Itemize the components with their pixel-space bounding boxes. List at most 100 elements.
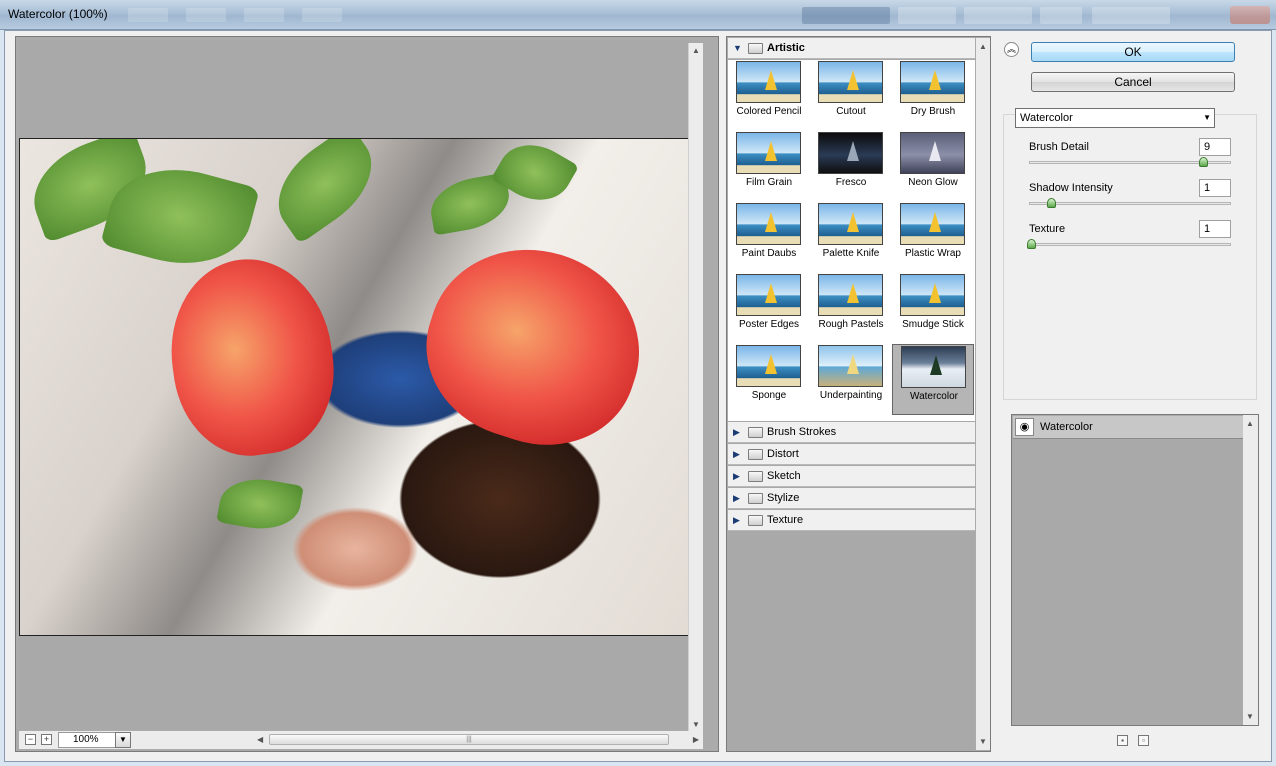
thumb-underpainting[interactable]: Underpainting xyxy=(810,344,892,415)
thumb-paint-daubs[interactable]: Paint Daubs xyxy=(728,202,810,273)
thumb-dry-brush[interactable]: Dry Brush xyxy=(892,60,974,131)
scroll-up-arrow-icon[interactable]: ▲ xyxy=(1246,419,1254,428)
trash-icon[interactable]: ▫ xyxy=(1138,735,1149,746)
app-toolbar-ghost xyxy=(186,8,226,22)
workspace-button xyxy=(802,7,890,24)
thumbnail-image xyxy=(900,132,965,174)
sail-shape xyxy=(847,70,859,90)
scroll-up-arrow-icon[interactable]: ▲ xyxy=(692,47,700,55)
horizontal-scroll-thumb[interactable]: ||| xyxy=(269,734,669,745)
thumbnail-image xyxy=(900,274,965,316)
effect-layer-row[interactable]: ◉ Watercolor xyxy=(1013,416,1243,439)
sail-shape xyxy=(847,354,859,374)
preview-canvas[interactable]: ▲ ▼ xyxy=(19,40,703,733)
slider-track[interactable] xyxy=(1029,243,1231,246)
ok-button[interactable]: OK xyxy=(1031,42,1235,62)
param-label: Brush Detail xyxy=(1029,141,1089,153)
sail-shape xyxy=(929,141,941,161)
param-shadow-intensity: Shadow Intensity 1 xyxy=(1029,179,1239,218)
thumb-cutout[interactable]: Cutout xyxy=(810,60,892,131)
workspace-button xyxy=(964,7,1032,24)
folder-icon xyxy=(748,493,763,504)
thumbnail-image xyxy=(736,132,801,174)
thumb-watercolor[interactable]: Watercolor xyxy=(892,344,974,415)
thumb-poster-edges[interactable]: Poster Edges xyxy=(728,273,810,344)
thumbnail-image xyxy=(736,61,801,103)
scroll-down-arrow-icon[interactable]: ▼ xyxy=(1246,712,1254,721)
thumb-fresco[interactable]: Fresco xyxy=(810,131,892,202)
preview-vertical-scrollbar[interactable]: ▲ ▼ xyxy=(688,43,703,733)
category-artistic[interactable]: ▼ Artistic xyxy=(728,38,975,59)
collapsed-triangle-icon[interactable]: ▶ xyxy=(733,471,740,482)
title-bar: Watercolor (100%) xyxy=(0,0,1276,30)
filter-select[interactable]: Watercolor ▼ xyxy=(1015,108,1215,128)
collapsed-triangle-icon[interactable]: ▶ xyxy=(733,427,740,438)
filter-list-scrollbar[interactable]: ▲ ▼ xyxy=(976,38,990,750)
thumb-label: Colored Pencil xyxy=(736,106,802,117)
thumb-smudge-stick[interactable]: Smudge Stick xyxy=(892,273,974,344)
thumb-film-grain[interactable]: Film Grain xyxy=(728,131,810,202)
category-distort[interactable]: ▶ Distort xyxy=(728,444,975,465)
thumbnail-image xyxy=(818,132,883,174)
thumb-sponge[interactable]: Sponge xyxy=(728,344,810,415)
zoom-out-button[interactable]: − xyxy=(25,734,36,745)
slider-knob[interactable] xyxy=(1046,198,1056,208)
slider-knob[interactable] xyxy=(1198,157,1208,167)
cancel-button[interactable]: Cancel xyxy=(1031,72,1235,92)
close-button[interactable] xyxy=(1230,6,1270,24)
collapsed-triangle-icon[interactable]: ▶ xyxy=(733,515,740,526)
layers-scrollbar[interactable]: ▲ ▼ xyxy=(1243,415,1258,725)
sail-shape xyxy=(765,283,777,303)
thumb-neon-glow[interactable]: Neon Glow xyxy=(892,131,974,202)
tulip-shape xyxy=(159,248,345,466)
category-sketch[interactable]: ▶ Sketch xyxy=(728,466,975,487)
folder-icon xyxy=(748,43,763,54)
scroll-left-arrow-icon[interactable]: ◀ xyxy=(257,735,263,744)
filter-select-value: Watercolor xyxy=(1020,112,1073,124)
category-stylize[interactable]: ▶ Stylize xyxy=(728,488,975,509)
thumb-label: Neon Glow xyxy=(908,177,958,188)
zoom-in-button[interactable]: + xyxy=(41,734,52,745)
param-value-field[interactable]: 1 xyxy=(1199,179,1231,197)
thumb-label: Film Grain xyxy=(745,177,793,188)
scroll-right-arrow-icon[interactable]: ▶ xyxy=(693,735,699,744)
effect-layers-panel: ◉ Watercolor ▲ ▼ xyxy=(1011,414,1259,726)
folder-icon xyxy=(748,515,763,526)
sail-shape xyxy=(929,212,941,232)
slider-track[interactable] xyxy=(1029,202,1231,205)
scroll-down-arrow-icon[interactable]: ▼ xyxy=(692,721,700,729)
zoom-dropdown-button[interactable]: ▼ xyxy=(115,732,131,748)
scroll-down-arrow-icon[interactable]: ▼ xyxy=(979,737,987,746)
category-brush-strokes[interactable]: ▶ Brush Strokes xyxy=(728,422,975,443)
artistic-thumbnails: Colored Pencil Cutout Dry Brush Film Gra… xyxy=(728,60,975,421)
sail-shape xyxy=(765,354,777,374)
expanded-triangle-icon[interactable]: ▼ xyxy=(733,43,742,53)
thumb-label: Watercolor xyxy=(910,391,958,402)
thumb-plastic-wrap[interactable]: Plastic Wrap xyxy=(892,202,974,273)
thumb-palette-knife[interactable]: Palette Knife xyxy=(810,202,892,273)
category-label: Sketch xyxy=(767,470,801,482)
category-texture[interactable]: ▶ Texture xyxy=(728,510,975,531)
thumb-label: Palette Knife xyxy=(822,248,880,259)
slider-knob[interactable] xyxy=(1027,239,1036,249)
param-value-field[interactable]: 1 xyxy=(1199,220,1231,238)
sail-shape xyxy=(930,355,942,375)
double-chevron-up-icon[interactable]: ︽ xyxy=(1004,42,1019,57)
sail-shape xyxy=(847,283,859,303)
new-effect-layer-icon[interactable]: ▪ xyxy=(1117,735,1128,746)
workspace-button xyxy=(1092,7,1170,24)
zoom-level-field[interactable]: 100% xyxy=(58,732,116,748)
scroll-up-arrow-icon[interactable]: ▲ xyxy=(979,42,987,51)
collapsed-triangle-icon[interactable]: ▶ xyxy=(733,493,740,504)
thumb-rough-pastels[interactable]: Rough Pastels xyxy=(810,273,892,344)
category-label: Distort xyxy=(767,448,799,460)
preview-horizontal-scrollbar[interactable]: ◀ ||| ▶ xyxy=(257,733,699,747)
window-title: Watercolor (100%) xyxy=(8,7,108,21)
eye-icon[interactable]: ◉ xyxy=(1015,418,1034,436)
thumbnail-image xyxy=(818,203,883,245)
thumb-colored-pencil[interactable]: Colored Pencil xyxy=(728,60,810,131)
app-toolbar-ghost xyxy=(244,8,284,22)
param-value-field[interactable]: 9 xyxy=(1199,138,1231,156)
collapsed-triangle-icon[interactable]: ▶ xyxy=(733,449,740,460)
chevron-down-icon: ▼ xyxy=(1203,113,1211,122)
